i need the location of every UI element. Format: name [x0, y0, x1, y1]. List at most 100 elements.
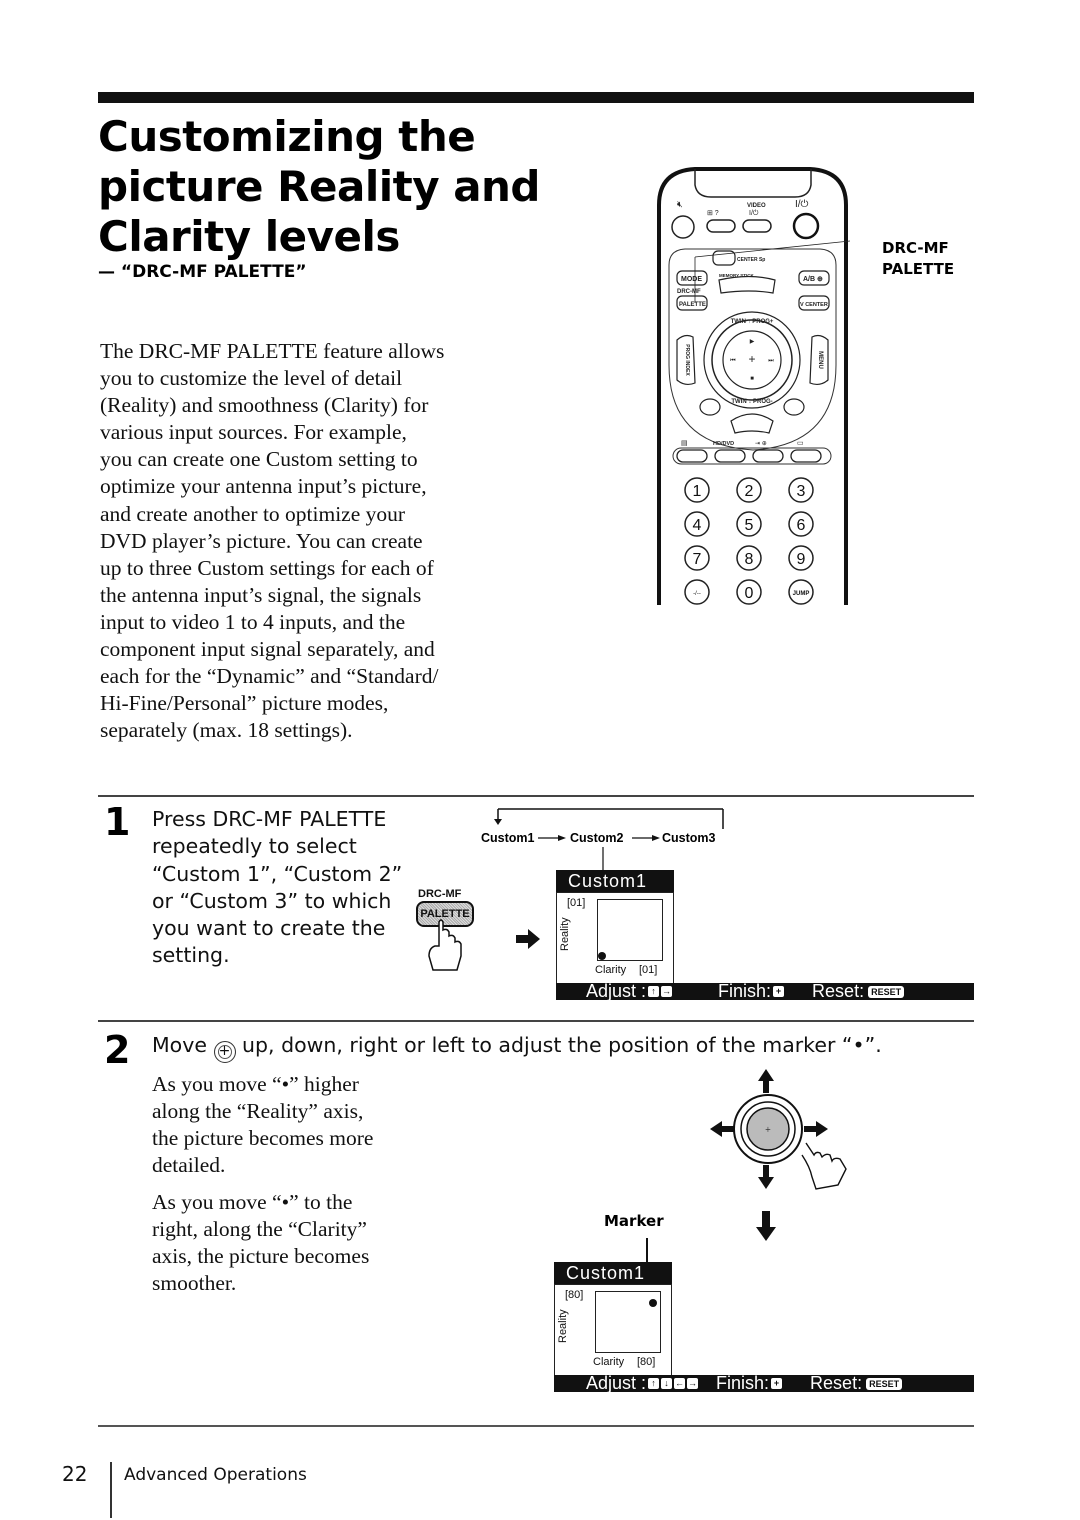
svg-text:HD/DVD: HD/DVD: [713, 441, 734, 447]
marker-label: Marker: [604, 1212, 664, 1230]
step2-line: As you move “•” to the: [152, 1190, 353, 1214]
svg-text:⊞ ?: ⊞ ?: [707, 210, 719, 217]
osd-custom1-initial: Custom1 [01] Reality Clarity [01]: [556, 870, 674, 986]
reset-key-icon: RESET: [868, 985, 905, 998]
svg-text:⇥ ⊕: ⇥ ⊕: [755, 441, 767, 447]
marker-dot: [648, 1298, 657, 1307]
video-power-button: VIDEO I/⏻: [742, 203, 772, 233]
osd-help-bar: Adjust : ↑ → Finish: + Reset: RESET: [556, 981, 974, 1001]
up-key-icon: ↑: [648, 986, 660, 997]
numpad-key-label: 1: [693, 483, 702, 500]
power-button: I/⏻: [792, 199, 820, 240]
reality-value: [01]: [567, 897, 586, 909]
osd-help-bar: Adjust : ↑ ↓ ← → Finish: + Reset: RESET: [554, 1373, 974, 1393]
reset-label: Reset:: [810, 1373, 863, 1393]
enter-key-icon: +: [771, 1378, 783, 1389]
reset-key-icon: RESET: [866, 1377, 903, 1390]
intro-line: the antenna input’s signal, the signals: [100, 582, 422, 607]
osd-custom1-adjusted: Custom1 [80] Reality Clarity [80]: [554, 1262, 672, 1378]
right-arrow-icon: [804, 1121, 828, 1137]
step1-line: repeatedly to select: [152, 834, 357, 859]
page-number: 22: [62, 1462, 88, 1486]
intro-line: (Reality) and smoothness (Clarity) for: [100, 393, 429, 418]
svg-text:DRC-MF: DRC-MF: [677, 289, 701, 295]
step1-line: you want to create the: [152, 916, 386, 941]
page-subtitle: — “DRC-MF PALETTE”: [98, 262, 307, 282]
intro-line: input to video 1 to 4 inputs, and the: [100, 609, 406, 634]
intro-line: various input sources. For example,: [100, 420, 407, 445]
joystick-icon: +: [213, 1041, 236, 1063]
footer-divider: [98, 1425, 974, 1427]
reality-axis-label: Reality: [557, 1309, 569, 1343]
remote-control-illustration: 🔇︎ ⊞ ? VIDEO I/⏻ I/⏻ CENTER Sp MODE DRC-…: [657, 167, 850, 605]
step2-heading: Move + up, down, right or left to adjust…: [152, 1033, 882, 1063]
step2-paragraph-reality: As you move “•” higher along the “Realit…: [152, 1071, 422, 1179]
numpad-key-label: 4: [693, 517, 702, 534]
numpad-key-label: 6: [797, 517, 806, 534]
numpad-key-label: -/--: [693, 591, 701, 597]
adjust-label: Adjust :: [586, 981, 647, 1001]
step2-head-text: Move: [152, 1033, 207, 1057]
intro-line: separately (max. 18 settings).: [100, 718, 353, 743]
intro-line: each for the “Dynamic” and “Standard/: [100, 664, 439, 689]
section-divider: [98, 1020, 974, 1022]
intro-line: component input signal separately, and: [100, 637, 435, 662]
step-number: 2: [104, 1028, 131, 1072]
page-title: Customizing the picture Reality and Clar…: [98, 112, 541, 262]
drc-mf-label: DRC-MF: [418, 888, 462, 900]
intro-line: you to customize the level of detail: [100, 366, 403, 391]
step1-instructions: Press DRC-MF PALETTE repeatedly to selec…: [152, 806, 422, 970]
osd-title: Custom1: [556, 870, 674, 892]
numpad-key-label: 8: [745, 551, 754, 568]
reset-label: Reset:: [812, 981, 865, 1001]
callout-line: DRC-MF: [882, 239, 949, 257]
intro-line: optimize your antenna input’s picture,: [100, 474, 427, 499]
marker-dot: [598, 952, 606, 960]
step2-line: the picture becomes more: [152, 1126, 374, 1151]
svg-text:TWIN ↑ PROG+: TWIN ↑ PROG+: [731, 319, 774, 325]
svg-text:I/⏻: I/⏻: [795, 199, 809, 210]
svg-text:+: +: [748, 352, 755, 366]
numpad: 1 2 3 4 5 6 7 8 9 -/-- 0 JUMP: [684, 477, 814, 605]
step2-line: axis, the picture becomes: [152, 1244, 370, 1269]
svg-text:A/B ⊕: A/B ⊕: [803, 276, 823, 283]
right-key-icon: →: [687, 1378, 699, 1389]
flow-custom3: Custom3: [662, 831, 716, 845]
up-arrow-icon: [758, 1069, 774, 1093]
step2-head-text: up, down, right or left to adjust the po…: [242, 1033, 882, 1057]
numpad-key-label: 3: [797, 483, 806, 500]
svg-text:PROG INDEX: PROG INDEX: [684, 344, 690, 376]
step1-line: “Custom 1”, “Custom 2”: [152, 861, 403, 886]
down-arrow-icon: [756, 1211, 776, 1241]
osd-body: [01] Reality Clarity [01]: [556, 892, 674, 986]
numpad-key-label: 0: [745, 585, 754, 602]
intro-line: Hi-Fine/Personal” picture modes,: [100, 691, 389, 716]
numpad-key-label: 5: [745, 517, 754, 534]
svg-text:⏭: ⏭: [768, 358, 774, 364]
svg-text:CENTER Sp: CENTER Sp: [737, 257, 765, 263]
step2-line: right, along the “Clarity”: [152, 1217, 367, 1242]
intro-line: and create another to optimize your: [100, 501, 406, 526]
pressing-hand-icon: [428, 919, 462, 971]
svg-text:■: ■: [750, 376, 754, 382]
section-divider: [98, 795, 974, 797]
intro-line: you can create one Custom setting to: [100, 447, 418, 472]
mute-icon: 🔇︎: [677, 199, 683, 209]
reality-clarity-plot: [597, 899, 663, 961]
down-key-icon: ↓: [661, 1378, 673, 1389]
step-number: 1: [104, 800, 131, 844]
intro-paragraph: The DRC-MF PALETTE feature allows you to…: [100, 338, 520, 744]
svg-text:TWIN ↓ PROG-: TWIN ↓ PROG-: [731, 399, 772, 405]
flow-custom2: Custom2: [570, 831, 624, 845]
osd-title: Custom1: [554, 1262, 672, 1284]
intro-line: The DRC-MF PALETTE feature allows: [100, 339, 445, 363]
svg-text:VIDEO: VIDEO: [747, 203, 766, 209]
step1-line: Press DRC-MF PALETTE: [152, 807, 387, 831]
step2-line: along the “Reality” axis,: [152, 1099, 364, 1124]
mute-button: 🔇︎: [671, 199, 695, 239]
svg-text:PALETTE: PALETTE: [679, 302, 706, 308]
right-key-icon: →: [661, 986, 673, 997]
step1-line: setting.: [152, 943, 230, 968]
numpad-key-label: 9: [797, 551, 806, 568]
reality-clarity-plot: [595, 1291, 661, 1353]
